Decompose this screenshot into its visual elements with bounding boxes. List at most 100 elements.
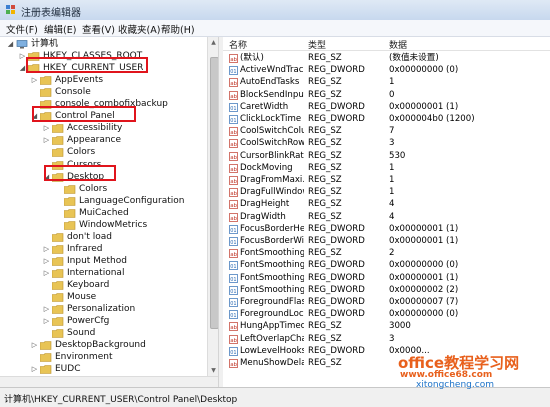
string-value-icon: ab [229, 334, 238, 344]
value-name: DockMoving [240, 162, 293, 173]
value-row[interactable]: abBlockSendInput... REG_SZ 0 [223, 89, 550, 101]
value-data: 3000 [389, 321, 411, 332]
tree-item[interactable]: ▷ Input Method [0, 255, 207, 267]
value-row[interactable]: 01 ForegroundLock... REG_DWORD 0x00000000 (… [223, 308, 550, 320]
tree-item-label: don't load [67, 231, 113, 242]
tree-item[interactable]: ▷ Personalization [0, 303, 207, 315]
tree-item[interactable]: ▷ Accessibility [0, 122, 207, 134]
value-row[interactable]: ab CoolSwitchRows REG_SZ 3 [223, 137, 550, 149]
values-list[interactable]: 名称 类型 数据 ab (默认) REG_SZ (数值未设置) 01 ActiveWndT… [223, 37, 550, 387]
value-data: 4 [389, 199, 395, 210]
value-row[interactable]: ab DragFromMaxi... REG_SZ 1 [223, 174, 550, 186]
key-tree[interactable]: ◢ 计算机 ▷ HKEY_CLASSES_ROOT ◢ HKEY_CURRENT_USER… [0, 37, 207, 387]
value-row[interactable]: 01 CaretWidth REG_DWORD 0x00000001 (1) [223, 101, 550, 113]
string-value-icon: ab [229, 54, 238, 63]
value-row[interactable]: abHungAppTimeo... REG_SZ 3000 [223, 320, 550, 332]
value-row[interactable]: ab DragWidth REG_SZ 4 [223, 211, 550, 223]
value-row[interactable]: ab CursorBlinkRate REG_SZ 530 [223, 150, 550, 162]
value-data: 3 [389, 138, 395, 149]
tree-item[interactable]: ▷ EUDC [0, 363, 207, 375]
value-type: REG_SZ [308, 89, 342, 100]
tree-item-label: Colors [67, 147, 96, 158]
value-row[interactable]: 01 ForegroundFlas... REG_DWORD 0x00000007 (… [223, 296, 550, 308]
value-row[interactable]: 01 FontSmoothing... REG_DWORD 0x00000000 (0… [223, 259, 550, 271]
tree-item[interactable]: Console [0, 86, 207, 98]
collapsed-arrow-icon[interactable]: ▷ [42, 303, 51, 315]
tree-item[interactable]: Keyboard [0, 279, 207, 291]
menu-edit[interactable]: 编辑(E) [44, 22, 76, 36]
value-row[interactable]: 01 FocusBorderHei... REG_DWORD 0x00000001 (… [223, 223, 550, 235]
tree-item[interactable]: WindowMetrics [0, 219, 207, 231]
value-name: ForegroundLock... [240, 309, 304, 320]
value-row[interactable]: ab DockMoving REG_SZ 1 [223, 162, 550, 174]
value-name: FontSmoothing... [240, 260, 304, 271]
collapsed-arrow-icon[interactable]: ▷ [30, 339, 39, 351]
column-header-name[interactable]: 名称 [229, 38, 247, 51]
tree-item-label: Input Method [67, 255, 127, 266]
tree-item[interactable]: Colors [0, 183, 207, 195]
tree-item-label: AppEvents [55, 75, 104, 86]
value-row[interactable]: 01 FontSmoothing... REG_DWORD 0x00000002 (2… [223, 284, 550, 296]
value-row[interactable]: abLeftOverlapChars REG_SZ 3 [223, 333, 550, 345]
expanded-arrow-icon[interactable]: ◢ [6, 38, 15, 50]
value-name: FocusBorderWid... [240, 236, 304, 246]
binary-value-icon: 01 [229, 273, 238, 283]
tree-item[interactable]: ▷ Infrared [0, 243, 207, 255]
value-data: 0x00000002 (2) [389, 284, 459, 295]
value-type: REG_DWORD [308, 345, 365, 356]
list-header: 名称 类型 数据 [223, 37, 550, 51]
collapsed-arrow-icon[interactable]: ▷ [42, 243, 51, 255]
tree-item[interactable]: Mouse [0, 291, 207, 303]
value-row[interactable]: 01 FocusBorderWid... REG_DWORD 0x00000001 (… [223, 235, 550, 247]
value-name: MenuShowDelay [240, 358, 304, 368]
binary-value-icon: 01 [229, 102, 238, 112]
tree-item[interactable]: MuiCached [0, 207, 207, 219]
tree-item[interactable]: ▷ AppEvents [0, 74, 207, 86]
value-data: 1 [389, 187, 395, 198]
tree-item[interactable]: Colors [0, 146, 207, 158]
menu-help[interactable]: 帮助(H) [161, 22, 195, 36]
value-data: 0x00000007 (7) [389, 297, 459, 307]
value-data: 0x00000001 (1) [389, 101, 459, 112]
tree-item-label: LanguageConfiguration [79, 195, 185, 206]
collapsed-arrow-icon[interactable]: ▷ [42, 267, 51, 279]
value-row[interactable]: ab AutoEndTasks REG_SZ 1 [223, 76, 550, 88]
menu-view[interactable]: 查看(V) [82, 22, 115, 36]
collapsed-arrow-icon[interactable]: ▷ [30, 74, 39, 86]
column-header-data[interactable]: 数据 [389, 38, 407, 51]
value-name: AutoEndTasks [240, 77, 300, 88]
collapsed-arrow-icon[interactable]: ▷ [30, 363, 39, 375]
value-row[interactable]: 01 ActiveWndTrack... REG_DWORD 0x00000000 (… [223, 64, 550, 76]
svg-text:01: 01 [230, 264, 236, 270]
svg-text:ab: ab [230, 81, 237, 87]
value-row[interactable]: ab (默认) REG_SZ (数值未设置) [223, 52, 550, 64]
svg-text:01: 01 [230, 69, 236, 75]
value-row[interactable]: abDragFullWindows REG_SZ 1 [223, 186, 550, 198]
value-row[interactable]: ab FontSmoothing REG_SZ 2 [223, 247, 550, 259]
tree-item[interactable]: ▷ International [0, 267, 207, 279]
tree-item[interactable]: ▷ DesktopBackground [0, 339, 207, 351]
value-row[interactable]: 01 FontSmoothing... REG_DWORD 0x00000001 (1… [223, 272, 550, 284]
value-row[interactable]: 01 ClickLockTime REG_DWORD 0x000004b0 (1200… [223, 113, 550, 125]
column-header-type[interactable]: 类型 [308, 38, 326, 51]
menu-favorites[interactable]: 收藏夹(A) [118, 22, 160, 36]
collapsed-arrow-icon[interactable]: ▷ [42, 315, 51, 327]
menu-file[interactable]: 文件(F) [6, 22, 38, 36]
tree-item[interactable]: Sound [0, 327, 207, 339]
collapsed-arrow-icon[interactable]: ▷ [42, 122, 51, 134]
value-type: REG_DWORD [308, 223, 365, 234]
tree-item[interactable]: ▷ Appearance [0, 134, 207, 146]
tree-item[interactable]: ▷ PowerCfg [0, 315, 207, 327]
tree-item[interactable]: ◢ 计算机 [0, 38, 207, 50]
folder-icon [51, 136, 64, 146]
value-row[interactable]: abCoolSwitchColu... REG_SZ 7 [223, 125, 550, 137]
value-row[interactable]: ab DragHeight REG_SZ 4 [223, 198, 550, 210]
collapsed-arrow-icon[interactable]: ▷ [42, 255, 51, 267]
value-name: DragWidth [240, 211, 286, 222]
tree-item[interactable]: don't load [0, 231, 207, 243]
collapsed-arrow-icon[interactable]: ▷ [42, 134, 51, 146]
value-type: REG_DWORD [308, 114, 365, 124]
value-type: REG_SZ [308, 199, 342, 210]
tree-item[interactable]: LanguageConfiguration [0, 195, 207, 207]
tree-item[interactable]: Environment [0, 351, 207, 363]
